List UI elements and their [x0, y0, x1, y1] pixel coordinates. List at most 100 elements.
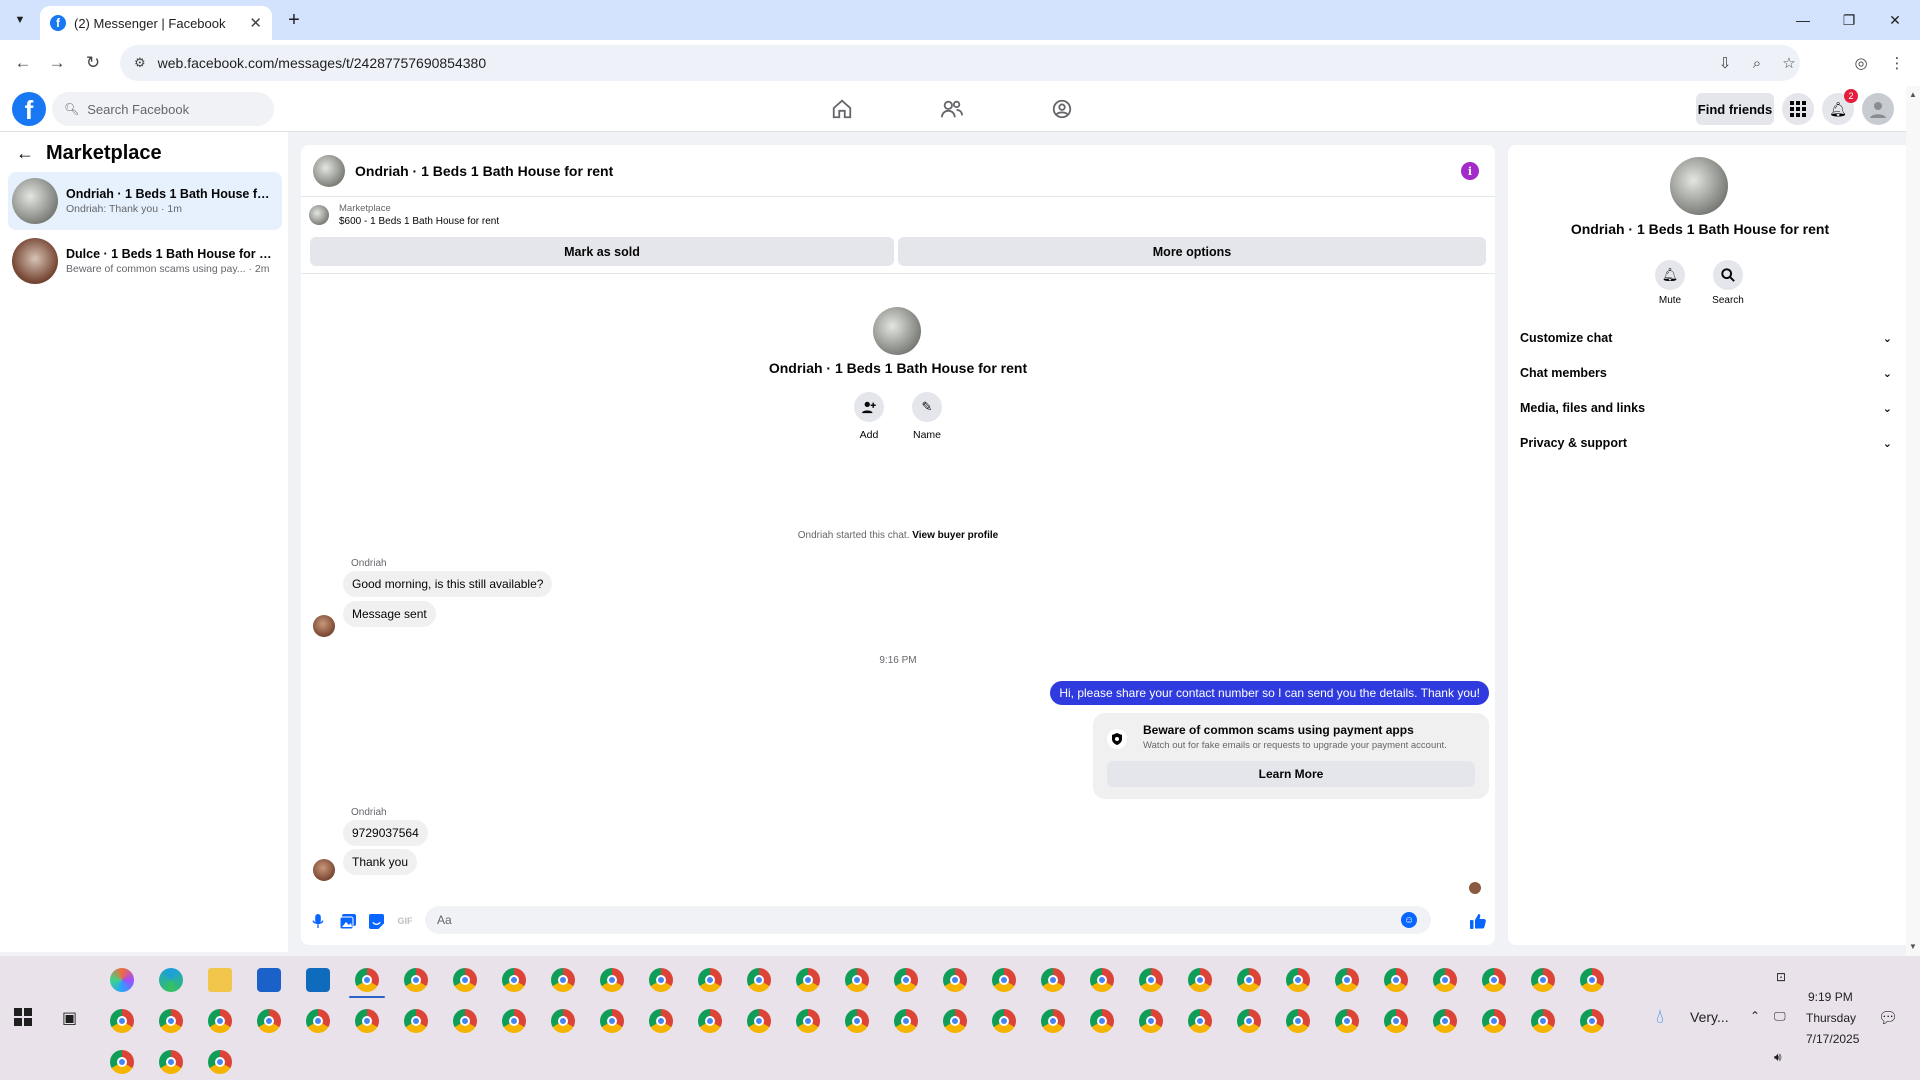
- chrome-window-icon[interactable]: [698, 968, 722, 992]
- chrome-window-icon[interactable]: [894, 968, 918, 992]
- copilot-icon[interactable]: [110, 968, 134, 992]
- chrome-window-icon[interactable]: [600, 968, 624, 992]
- edit-name-button[interactable]: ✎ Name: [897, 392, 957, 441]
- chrome-window-icon[interactable]: [1531, 968, 1555, 992]
- minimize-icon[interactable]: —: [1780, 0, 1826, 40]
- home-nav-icon[interactable]: [822, 94, 862, 124]
- customize-chat-section[interactable]: Customize chat ⌄: [1520, 323, 1892, 353]
- weather-drop-icon[interactable]: 💧︎: [1656, 1006, 1664, 1029]
- outgoing-message[interactable]: Hi, please share your contact number so …: [1050, 681, 1489, 705]
- chrome-window-icon[interactable]: [943, 968, 967, 992]
- chrome-window-icon[interactable]: [453, 968, 477, 992]
- restore-icon[interactable]: ❐: [1826, 0, 1872, 40]
- emoji-icon[interactable]: ☺: [1401, 912, 1417, 928]
- chat-title[interactable]: Ondriah · 1 Beds 1 Bath House for rent: [355, 163, 613, 179]
- mark-as-sold-button[interactable]: Mark as sold: [310, 237, 894, 266]
- chrome-window-icon[interactable]: [1335, 968, 1359, 992]
- chrome-window-icon[interactable]: [159, 1050, 183, 1074]
- clock-day[interactable]: Thursday: [1806, 1011, 1856, 1025]
- chrome-window-icon[interactable]: [110, 1009, 134, 1033]
- sticker-icon[interactable]: [365, 910, 387, 932]
- account-avatar[interactable]: [1862, 93, 1894, 125]
- chrome-window-icon[interactable]: [502, 968, 526, 992]
- zoom-icon[interactable]: ⌕: [1742, 45, 1772, 81]
- incoming-message[interactable]: 9729037564: [343, 820, 428, 846]
- site-info-icon[interactable]: ⚙: [134, 55, 146, 71]
- close-window-icon[interactable]: ✕: [1872, 0, 1918, 40]
- info-icon[interactable]: i: [1461, 162, 1479, 180]
- browser-tab-messenger[interactable]: f (2) Messenger | Facebook ✕: [40, 6, 272, 40]
- chrome-window-icon[interactable]: [747, 1009, 771, 1033]
- notifications-bell-icon[interactable]: 🔔︎ 2: [1822, 89, 1858, 125]
- incoming-message[interactable]: Message sent: [343, 601, 436, 627]
- chrome-window-icon[interactable]: [845, 968, 869, 992]
- chrome-window-icon[interactable]: [992, 968, 1016, 992]
- chrome-window-icon[interactable]: [159, 1009, 183, 1033]
- task-view-icon[interactable]: ▣: [62, 1008, 77, 1028]
- outlook-icon[interactable]: [306, 968, 330, 992]
- chrome-window-icon[interactable]: [208, 1009, 232, 1033]
- chrome-window-icon[interactable]: [502, 1009, 526, 1033]
- chrome-window-icon[interactable]: [600, 1009, 624, 1033]
- chrome-window-icon[interactable]: [698, 1009, 722, 1033]
- microphone-icon[interactable]: [307, 910, 329, 932]
- view-buyer-profile-link[interactable]: View buyer profile: [912, 530, 998, 541]
- chrome-window-icon[interactable]: [796, 1009, 820, 1033]
- facebook-logo-icon[interactable]: f: [12, 92, 46, 126]
- chrome-window-icon[interactable]: [1286, 968, 1310, 992]
- clock-time[interactable]: 9:19 PM: [1808, 990, 1853, 1004]
- new-tab-icon[interactable]: +: [282, 8, 306, 32]
- chrome-window-icon[interactable]: [1041, 968, 1065, 992]
- thumbs-up-icon[interactable]: [1467, 910, 1489, 932]
- notification-center-icon[interactable]: 💬︎: [1878, 1008, 1898, 1028]
- gif-icon[interactable]: GIF: [394, 910, 416, 932]
- more-options-button[interactable]: More options: [898, 237, 1486, 266]
- chrome-window-icon[interactable]: [1384, 968, 1408, 992]
- chrome-window-icon[interactable]: [649, 968, 673, 992]
- facebook-search-input[interactable]: 🔍︎ Search Facebook: [52, 92, 274, 126]
- chrome-window-icon[interactable]: [1482, 968, 1506, 992]
- message-input[interactable]: Aa ☺: [425, 906, 1431, 934]
- chrome-window-icon[interactable]: [1237, 968, 1261, 992]
- meet-now-icon[interactable]: ⊡: [1776, 970, 1786, 984]
- chrome-window-icon[interactable]: [845, 1009, 869, 1033]
- chrome-window-icon[interactable]: [1433, 1009, 1457, 1033]
- chrome-window-icon[interactable]: [1090, 968, 1114, 992]
- chat-members-section[interactable]: Chat members ⌄: [1520, 358, 1892, 388]
- chrome-window-icon[interactable]: [1041, 1009, 1065, 1033]
- scroll-up-arrow-icon[interactable]: ▲: [1909, 90, 1917, 99]
- profile-icon[interactable]: ◎: [1848, 50, 1874, 76]
- chrome-window-icon[interactable]: [257, 1009, 281, 1033]
- chrome-window-icon[interactable]: [1188, 1009, 1212, 1033]
- chrome-window-icon[interactable]: [943, 1009, 967, 1033]
- chrome-window-icon[interactable]: [1237, 1009, 1261, 1033]
- menu-grid-icon[interactable]: [1782, 93, 1814, 125]
- chrome-window-icon[interactable]: [796, 968, 820, 992]
- media-files-links-section[interactable]: Media, files and links ⌄: [1520, 393, 1892, 423]
- chrome-window-icon[interactable]: [1335, 1009, 1359, 1033]
- reload-icon[interactable]: ↻: [80, 50, 106, 76]
- windows-start-icon[interactable]: [14, 1008, 32, 1031]
- tab-search-chevron-icon[interactable]: ▼: [8, 8, 32, 32]
- forward-icon[interactable]: →: [44, 50, 70, 76]
- chat-avatar[interactable]: [313, 154, 345, 187]
- address-bar[interactable]: ⚙ web.facebook.com/messages/t/2428775769…: [120, 45, 1800, 81]
- chrome-window-icon[interactable]: [404, 1009, 428, 1033]
- learn-more-button[interactable]: Learn More: [1107, 761, 1475, 787]
- chrome-window-icon[interactable]: [1580, 968, 1604, 992]
- clock-date[interactable]: 7/17/2025: [1806, 1032, 1859, 1046]
- chrome-window-icon[interactable]: [355, 1009, 379, 1033]
- search-in-conversation-button[interactable]: Search: [1703, 260, 1753, 306]
- sender-avatar[interactable]: [313, 615, 335, 637]
- find-friends-button[interactable]: Find friends: [1696, 93, 1774, 125]
- scroll-down-arrow-icon[interactable]: ▼: [1909, 942, 1917, 951]
- store-icon[interactable]: [257, 968, 281, 992]
- chrome-window-icon[interactable]: [1139, 968, 1163, 992]
- file-explorer-icon[interactable]: [208, 968, 232, 992]
- show-hidden-icons-icon[interactable]: ⌃: [1750, 1009, 1760, 1023]
- conversation-item[interactable]: Dulce · 1 Beds 1 Bath House for rent Bew…: [8, 232, 282, 290]
- conversation-item[interactable]: Ondriah · 1 Beds 1 Bath House for r... O…: [8, 172, 282, 230]
- chrome-window-icon[interactable]: [208, 1050, 232, 1074]
- chrome-window-icon[interactable]: [1090, 1009, 1114, 1033]
- browser-menu-icon[interactable]: ⋮: [1884, 50, 1910, 76]
